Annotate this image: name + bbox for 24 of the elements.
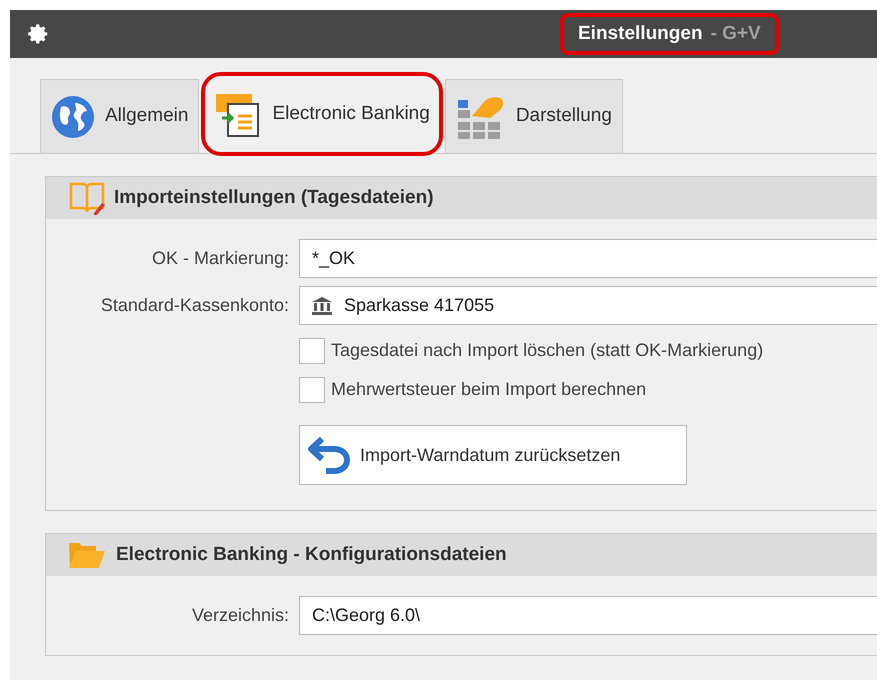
- field-label: Standard-Kassenkonto:: [100, 294, 289, 317]
- undo-arrow-icon: [308, 435, 352, 475]
- tab[interactable]: Allgemein: [40, 79, 200, 153]
- settings-icon: [28, 23, 50, 45]
- bank-icon: [312, 296, 332, 314]
- input-field[interactable]: C:\Georg 6.0\: [299, 596, 877, 635]
- checkbox-label: Mehrwertsteuer beim Import berechnen: [331, 378, 646, 401]
- window-title-text: Einstellungen: [578, 22, 703, 46]
- book-icon: [68, 181, 106, 215]
- checkbox-label: Tagesdatei nach Import löschen (statt OK-Markierung): [331, 339, 764, 362]
- input-field[interactable]: *_OK: [299, 239, 877, 278]
- window-subtitle: - G+V: [710, 22, 761, 46]
- folder-icon: [68, 541, 106, 569]
- reset-button[interactable]: Import-Warndatum zurücksetzen: [299, 425, 687, 485]
- section-title: Importeinstellungen (Tagesdateien): [114, 186, 434, 210]
- checkbox[interactable]: [299, 338, 325, 364]
- tab[interactable]: Darstellung: [444, 79, 623, 153]
- tab[interactable]: Electronic Banking: [203, 74, 441, 154]
- input-field[interactable]: Sparkasse 417055: [299, 286, 877, 325]
- section-title: Electronic Banking - Konfigurationsdateien: [116, 542, 507, 567]
- field-label: Verzeichnis:: [190, 604, 289, 627]
- field-label: OK - Markierung:: [150, 247, 289, 270]
- checkbox[interactable]: [299, 376, 325, 402]
- globe-icon: [51, 94, 95, 138]
